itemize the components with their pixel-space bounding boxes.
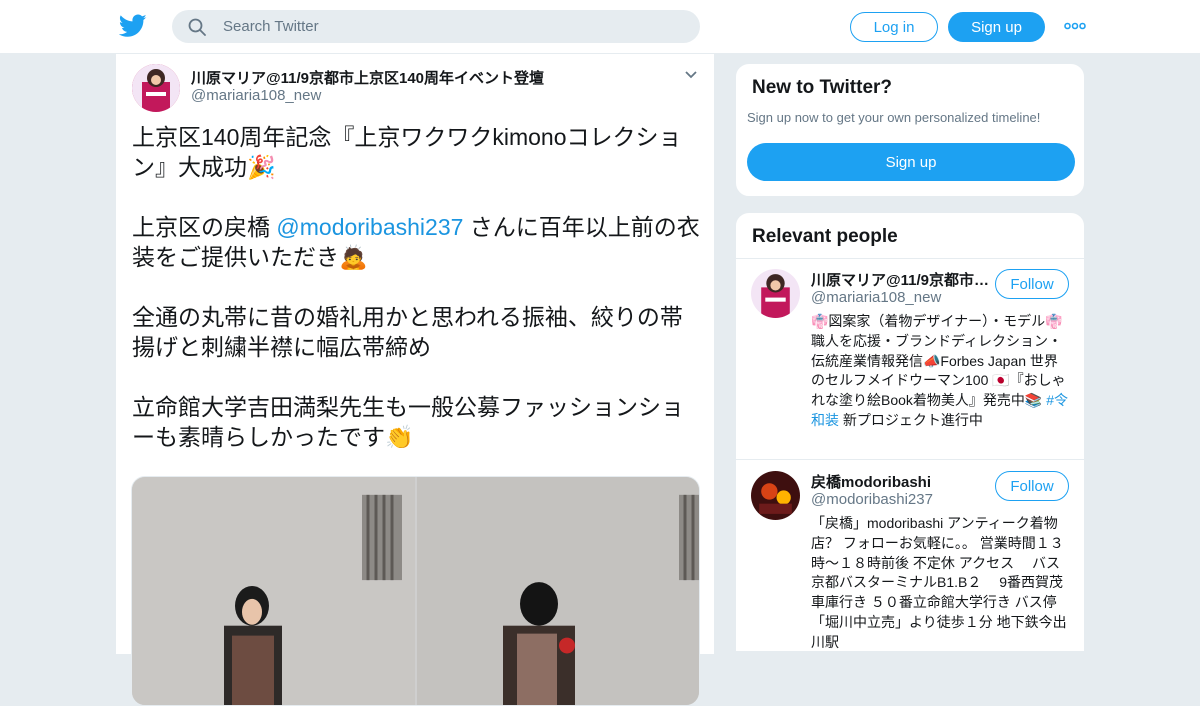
- panel-title: Relevant people: [752, 226, 898, 247]
- photo-image[interactable]: [132, 477, 415, 705]
- person-name[interactable]: 戻橋modoribashi: [811, 471, 991, 492]
- search-icon: [188, 18, 206, 36]
- paragraph-text: 上京区140周年記念『上京ワクワクkimonoコレクション』大成功: [132, 124, 682, 180]
- photo-image[interactable]: [417, 477, 700, 705]
- person-bio: 「戻橋」modoribashi アンティーク着物店？ フォローお気軽に。。 営業…: [811, 515, 1067, 650]
- bio-text: 新プロジェクト進行中: [839, 411, 983, 428]
- tweet-paragraph: 上京区の戻橋 @modoribashi237 さんに百年以上前の衣装をご提供いた…: [132, 212, 702, 272]
- person-card: 戻橋modoribashi @modoribashi237 Follow 「戻橋…: [736, 461, 1084, 661]
- bowing-person-icon: 🙇: [339, 244, 368, 270]
- relevant-people-panel: Relevant people 川原マリア@11/9京都市上京区140周年イベン…: [735, 212, 1085, 652]
- login-button[interactable]: Log in: [850, 12, 938, 42]
- follow-button[interactable]: Follow: [995, 471, 1069, 501]
- person-bio: 👘図案家（着物デザイナー）・モデル👘 職人を応援・ブランドディレクション・伝統産…: [811, 312, 1071, 431]
- tweet-paragraph: 上京区140周年記念『上京ワクワクkimonoコレクション』大成功🎉: [132, 122, 702, 182]
- top-navigation-bar: Search Twitter Log in Sign up: [0, 0, 1200, 54]
- mention-link[interactable]: @modoribashi237: [276, 214, 463, 240]
- signup-button[interactable]: Sign up: [747, 143, 1075, 181]
- person-handle[interactable]: @modoribashi237: [811, 491, 933, 508]
- paragraph-text: 上京区の戻橋: [132, 214, 277, 240]
- avatar[interactable]: [751, 471, 800, 520]
- panel-subtitle: Sign up now to get your own personalized…: [747, 110, 1041, 125]
- person-card: 川原マリア@11/9京都市上京区140周年イベント登壇 @mariaria108…: [736, 259, 1084, 460]
- chevron-down-icon[interactable]: [684, 70, 698, 80]
- avatar[interactable]: [751, 269, 800, 318]
- tweet-paragraph: 全通の丸帯に昔の婚礼用かと思われる振袖、絞りの帯揚げと刺繍半襟に幅広帯締め: [132, 302, 702, 362]
- bio-text: 👘図案家（着物デザイナー）・モデル👘 職人を応援・ブランドディレクション・伝統産…: [811, 313, 1066, 409]
- signup-button[interactable]: Sign up: [948, 12, 1045, 42]
- person-handle[interactable]: @mariaria108_new: [811, 289, 941, 306]
- avatar[interactable]: [132, 64, 180, 112]
- tweet-media[interactable]: [131, 476, 700, 706]
- follow-button[interactable]: Follow: [995, 269, 1069, 299]
- party-popper-icon: 🎉: [247, 154, 276, 180]
- paragraph-text: 全通の丸帯に昔の婚礼用かと思われる振袖、絞りの帯揚げと刺繍半襟に幅広帯締め: [132, 304, 683, 360]
- search-input[interactable]: Search Twitter: [223, 18, 319, 35]
- new-to-twitter-panel: New to Twitter? Sign up now to get your …: [735, 63, 1085, 197]
- more-dots-icon[interactable]: [1064, 22, 1086, 30]
- author-handle[interactable]: @mariaria108_new: [191, 87, 321, 104]
- clapping-hands-icon: 👏: [385, 424, 414, 450]
- author-name[interactable]: 川原マリア@11/9京都市上京区140周年イベント登壇: [191, 67, 544, 88]
- panel-title: New to Twitter?: [752, 77, 893, 98]
- tweet-text: 上京区140周年記念『上京ワクワクkimonoコレクション』大成功🎉 上京区の戻…: [132, 122, 702, 482]
- person-name[interactable]: 川原マリア@11/9京都市上京区140周年イベント登壇: [811, 269, 991, 290]
- tweet-paragraph: 立命館大学吉田満梨先生も一般公募ファッションショーも素晴らしかったです👏: [132, 392, 702, 452]
- search-bar[interactable]: Search Twitter: [172, 10, 700, 43]
- twitter-bird-icon[interactable]: [119, 13, 147, 39]
- tweet-card: 川原マリア@11/9京都市上京区140周年イベント登壇 @mariaria108…: [115, 54, 715, 706]
